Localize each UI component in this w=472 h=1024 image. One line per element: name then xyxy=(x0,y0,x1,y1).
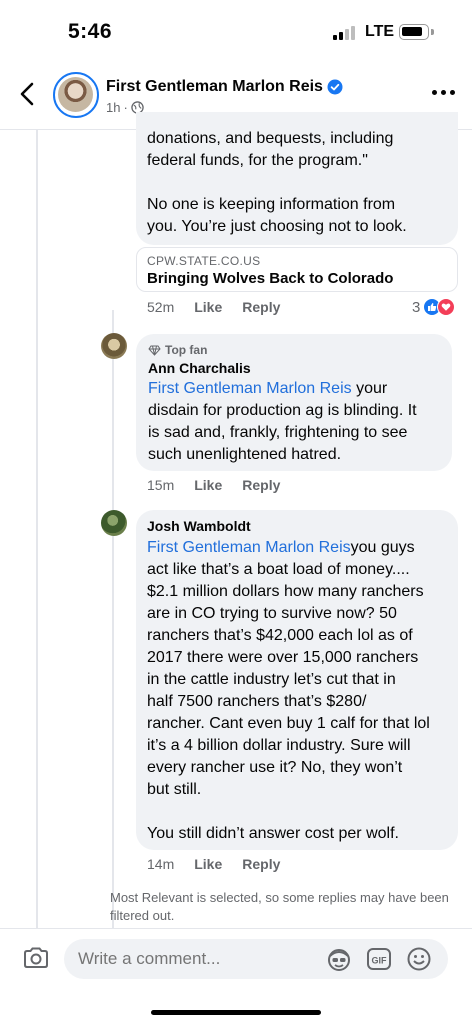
meta-separator: · xyxy=(123,100,128,115)
post-author-name: First Gentleman Marlon Reis xyxy=(106,78,323,95)
status-bar: 5:46 LTE xyxy=(0,0,472,64)
cellular-signal-icon xyxy=(333,26,357,40)
verified-badge-icon xyxy=(327,79,343,95)
comment-bubble: Top fan Ann Charchalis First Gentleman M… xyxy=(136,334,452,471)
home-indicator[interactable] xyxy=(151,1010,321,1015)
thread-line-replies xyxy=(112,310,114,930)
like-button[interactable]: Like xyxy=(194,299,222,315)
more-options-button[interactable] xyxy=(432,90,458,100)
battery-icon xyxy=(399,24,429,40)
comment-time: 14m xyxy=(147,856,175,872)
post-author[interactable]: First Gentleman Marlon Reis xyxy=(106,78,343,96)
mention-link[interactable]: First Gentleman Marlon Reis xyxy=(148,380,352,397)
comment-text: First Gentleman Marlon Reisyou guys act … xyxy=(147,539,430,842)
reply-button[interactable]: Reply xyxy=(242,477,280,493)
author-avatar[interactable] xyxy=(53,72,99,118)
like-button[interactable]: Like xyxy=(194,477,222,493)
network-type: LTE xyxy=(365,23,395,40)
mention-link[interactable]: First Gentleman Marlon Reis xyxy=(147,539,351,556)
reaction-count: 3 xyxy=(412,298,421,316)
comment-actions: 52m Like Reply xyxy=(147,299,280,315)
status-time: 5:46 xyxy=(68,20,113,43)
reply-button[interactable]: Reply xyxy=(242,299,280,315)
link-preview-card[interactable]: CPW.STATE.CO.US Bringing Wolves Back to … xyxy=(136,247,458,292)
camera-icon xyxy=(24,947,48,968)
top-fan-badge: Top fan xyxy=(148,343,417,357)
chevron-left-icon xyxy=(20,82,34,106)
thread-line xyxy=(36,130,38,930)
comment-bubble: Josh Wamboldt First Gentleman Marlon Rei… xyxy=(136,510,458,850)
link-title: Bringing Wolves Back to Colorado xyxy=(147,270,394,287)
camera-button[interactable] xyxy=(22,946,50,970)
composer-icons: GIF xyxy=(326,946,432,972)
comment-author[interactable]: Josh Wamboldt xyxy=(147,518,430,534)
like-button[interactable]: Like xyxy=(194,856,222,872)
commenter-avatar[interactable] xyxy=(101,510,127,536)
comment-composer: GIF xyxy=(0,928,472,1024)
comment-text: First Gentleman Marlon Reis your disdain… xyxy=(148,380,417,463)
gif-icon[interactable]: GIF xyxy=(366,946,392,972)
filter-note: Most Relevant is selected, so some repli… xyxy=(110,890,449,923)
comment-time: 52m xyxy=(147,299,175,315)
reply-button[interactable]: Reply xyxy=(242,856,280,872)
emoji-icon[interactable] xyxy=(406,946,432,972)
more-horizontal-icon xyxy=(432,90,437,95)
commenter-avatar[interactable] xyxy=(101,333,127,359)
post-time: 1h xyxy=(106,100,121,115)
reaction-summary[interactable]: 3 xyxy=(412,298,456,316)
comment-actions: 14m Like Reply xyxy=(147,856,280,872)
comment-bubble: donations, and bequests, including feder… xyxy=(136,112,458,245)
svg-text:GIF: GIF xyxy=(372,956,388,966)
avatar-sticker-icon[interactable] xyxy=(326,946,352,972)
diamond-icon xyxy=(148,345,161,356)
comment-author[interactable]: Ann Charchalis xyxy=(148,360,417,376)
back-button[interactable] xyxy=(14,78,42,110)
comment-actions: 15m Like Reply xyxy=(147,477,280,493)
love-reaction-icon xyxy=(437,298,456,316)
avatar-image xyxy=(58,77,93,112)
link-domain: CPW.STATE.CO.US xyxy=(147,254,261,268)
comment-text: donations, and bequests, including feder… xyxy=(147,130,407,235)
comment-time: 15m xyxy=(147,477,175,493)
